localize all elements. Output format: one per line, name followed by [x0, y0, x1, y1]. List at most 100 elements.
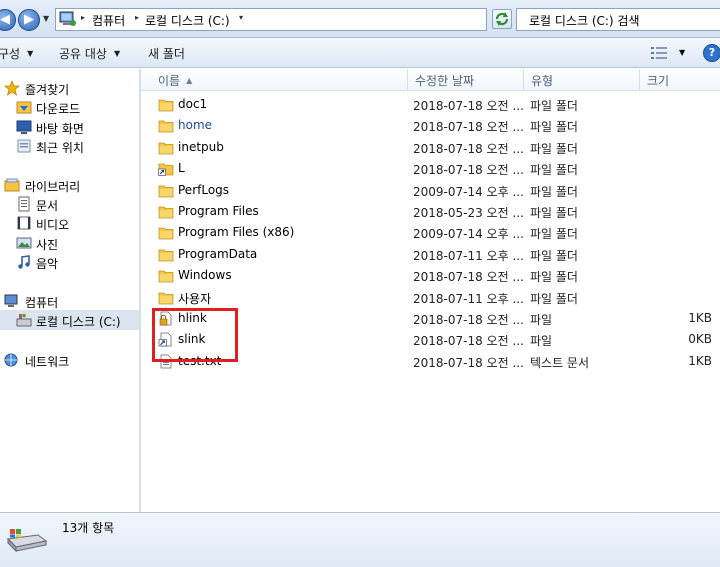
share-with-button[interactable]: 공유 대상 ▼	[59, 45, 120, 62]
file-date: 2018-07-18 오전 ...	[413, 141, 524, 156]
item-count: 13개 항목	[62, 521, 115, 535]
file-date: 2018-07-18 오전 ...	[413, 99, 524, 113]
nav-documents[interactable]: 문서	[0, 194, 139, 214]
forward-button[interactable]: ▶	[18, 9, 40, 31]
column-header-row: 이름 ▲ 수정한 날짜 유형 크기	[141, 69, 720, 91]
recent-places-icon	[17, 139, 31, 153]
nav-recent-places[interactable]: 최근 위치	[0, 136, 139, 156]
view-options-icon[interactable]	[651, 47, 667, 59]
column-name-label: 이름	[158, 74, 181, 88]
table-row[interactable]: L 2018-07-18 오전 ... 파일 폴더	[149, 158, 720, 179]
table-row[interactable]: home 2018-07-18 오전 ... 파일 폴더	[149, 115, 720, 136]
organize-button[interactable]: 구성 ▼	[0, 45, 33, 62]
nav-libraries-label: 라이브러리	[25, 180, 81, 194]
column-header-size[interactable]: 크기	[640, 69, 720, 91]
file-name: doc1	[178, 97, 208, 111]
nav-local-disk[interactable]: 로컬 디스크 (C:)	[0, 310, 139, 330]
breadcrumb-local-disk[interactable]: 로컬 디스크 (C:)	[145, 12, 230, 29]
table-row[interactable]: PerfLogs 2009-07-14 오후 ... 파일 폴더	[149, 180, 720, 201]
recent-pages-dropdown[interactable]: ▼	[43, 14, 49, 23]
file-size: 0KB	[688, 332, 712, 347]
desktop-icon	[16, 120, 32, 134]
file-date: 2018-07-18 오전 ...	[413, 163, 524, 178]
file-date: 2018-07-18 오전 ...	[413, 355, 524, 370]
table-row[interactable]: Windows 2018-07-18 오전 ... 파일 폴더	[149, 265, 720, 286]
file-type: 파일 폴더	[530, 270, 578, 285]
column-header-type[interactable]: 유형	[524, 69, 640, 91]
file-type: 파일 폴더	[530, 248, 578, 263]
nav-network-label: 네트워크	[25, 355, 70, 369]
address-toolbar: ◀ ▶ ▼ ▸ 컴퓨터 ▸ 로컬 디스크 (C:) ▾ 로컬 디스크 (C:) …	[0, 0, 720, 38]
breadcrumb-separator-icon[interactable]: ▸	[81, 13, 85, 22]
view-dropdown-icon[interactable]: ▼	[679, 48, 685, 57]
file-name: PerfLogs	[178, 182, 230, 197]
file-type: 파일 폴더	[530, 120, 578, 135]
file-type: 파일 폴더	[530, 99, 578, 113]
folder-icon	[158, 204, 174, 219]
breadcrumb-computer[interactable]: 컴퓨터	[92, 12, 125, 29]
column-header-date[interactable]: 수정한 날짜	[408, 69, 524, 91]
table-row[interactable]: ProgramData 2018-07-11 오후 ... 파일 폴더	[149, 244, 720, 265]
file-type: 파일 폴더	[530, 291, 578, 306]
file-name: inetpub	[178, 139, 224, 154]
new-folder-button[interactable]: 새 폴더	[148, 45, 185, 62]
nav-music[interactable]: 음악	[0, 252, 139, 272]
address-bar[interactable]: ▸ 컴퓨터 ▸ 로컬 디스크 (C:) ▾	[55, 8, 487, 31]
file-date: 2018-07-11 오후 ...	[413, 248, 524, 263]
arrow-right-icon: ▶	[24, 12, 34, 27]
file-list: 이름 ▲ 수정한 날짜 유형 크기 doc1 2018-07-18 오전 ... 파일…	[141, 69, 720, 512]
help-icon[interactable]: ?	[703, 44, 720, 62]
file-type: 파일 폴더	[530, 227, 578, 242]
file-type: 파일 폴더	[530, 163, 578, 178]
nav-network[interactable]: 네트워크	[0, 350, 139, 370]
nav-videos[interactable]: 비디오	[0, 213, 139, 233]
file-name: L	[178, 161, 185, 176]
organize-label: 구성	[0, 47, 21, 61]
pictures-icon	[16, 237, 32, 249]
nav-computer[interactable]: 컴퓨터	[0, 291, 139, 311]
chevron-down-icon: ▼	[27, 49, 34, 58]
nav-desktop[interactable]: 바탕 화면	[0, 117, 139, 137]
breadcrumb-dropdown-icon[interactable]: ▾	[239, 13, 243, 22]
folder-icon	[158, 268, 174, 283]
file-name: 사용자	[178, 291, 212, 306]
column-header-name[interactable]: 이름 ▲	[149, 69, 408, 91]
table-row[interactable]: Program Files (x86) 2009-07-14 오후 ... 파일 폴…	[149, 222, 720, 243]
refresh-icon	[495, 12, 509, 26]
breadcrumb-separator-icon[interactable]: ▸	[135, 13, 139, 22]
nav-downloads[interactable]: 다운로드	[0, 97, 139, 117]
table-row[interactable]: Program Files 2018-05-23 오전 ... 파일 폴더	[149, 201, 720, 222]
refresh-button[interactable]	[492, 9, 512, 29]
back-button[interactable]: ◀	[0, 9, 16, 31]
folder-icon	[158, 290, 174, 305]
nav-favorites-label: 즐겨찾기	[25, 83, 70, 97]
videos-icon	[17, 216, 31, 230]
nav-computer-label: 컴퓨터	[25, 296, 59, 310]
nav-pictures[interactable]: 사진	[0, 233, 139, 253]
sort-ascending-icon: ▲	[186, 76, 193, 85]
table-row[interactable]: inetpub 2018-07-18 오전 ... 파일 폴더	[149, 137, 720, 158]
command-bar: 구성 ▼ 공유 대상 ▼ 새 폴더 ▼ ?	[0, 38, 720, 68]
details-pane: 13개 항목	[0, 512, 720, 567]
search-input[interactable]: 로컬 디스크 (C:) 검색	[516, 8, 720, 31]
file-size: 1KB	[688, 311, 712, 325]
computer-icon	[4, 294, 18, 307]
file-date: 2018-07-18 오전 ...	[413, 313, 524, 327]
folder-icon	[158, 247, 174, 262]
folder-icon	[158, 118, 174, 133]
nav-favorites[interactable]: 즐겨찾기	[0, 78, 139, 98]
computer-icon	[59, 11, 76, 26]
table-row[interactable]: doc1 2018-07-18 오전 ... 파일 폴더	[149, 94, 720, 115]
file-date: 2018-05-23 오전 ...	[413, 206, 524, 220]
network-icon	[4, 353, 18, 367]
nav-desktop-label: 바탕 화면	[36, 122, 84, 136]
nav-pictures-label: 사진	[36, 238, 59, 252]
file-type: 파일 폴더	[530, 141, 578, 156]
file-size: 1KB	[688, 353, 712, 368]
table-row[interactable]: 사용자 2018-07-11 오후 ... 파일 폴더	[149, 287, 720, 308]
library-icon	[4, 178, 20, 192]
nav-libraries[interactable]: 라이브러리	[0, 175, 139, 195]
file-date: 2018-07-18 오전 ...	[413, 334, 524, 349]
share-with-label: 공유 대상	[59, 47, 107, 61]
nav-downloads-label: 다운로드	[36, 102, 81, 116]
